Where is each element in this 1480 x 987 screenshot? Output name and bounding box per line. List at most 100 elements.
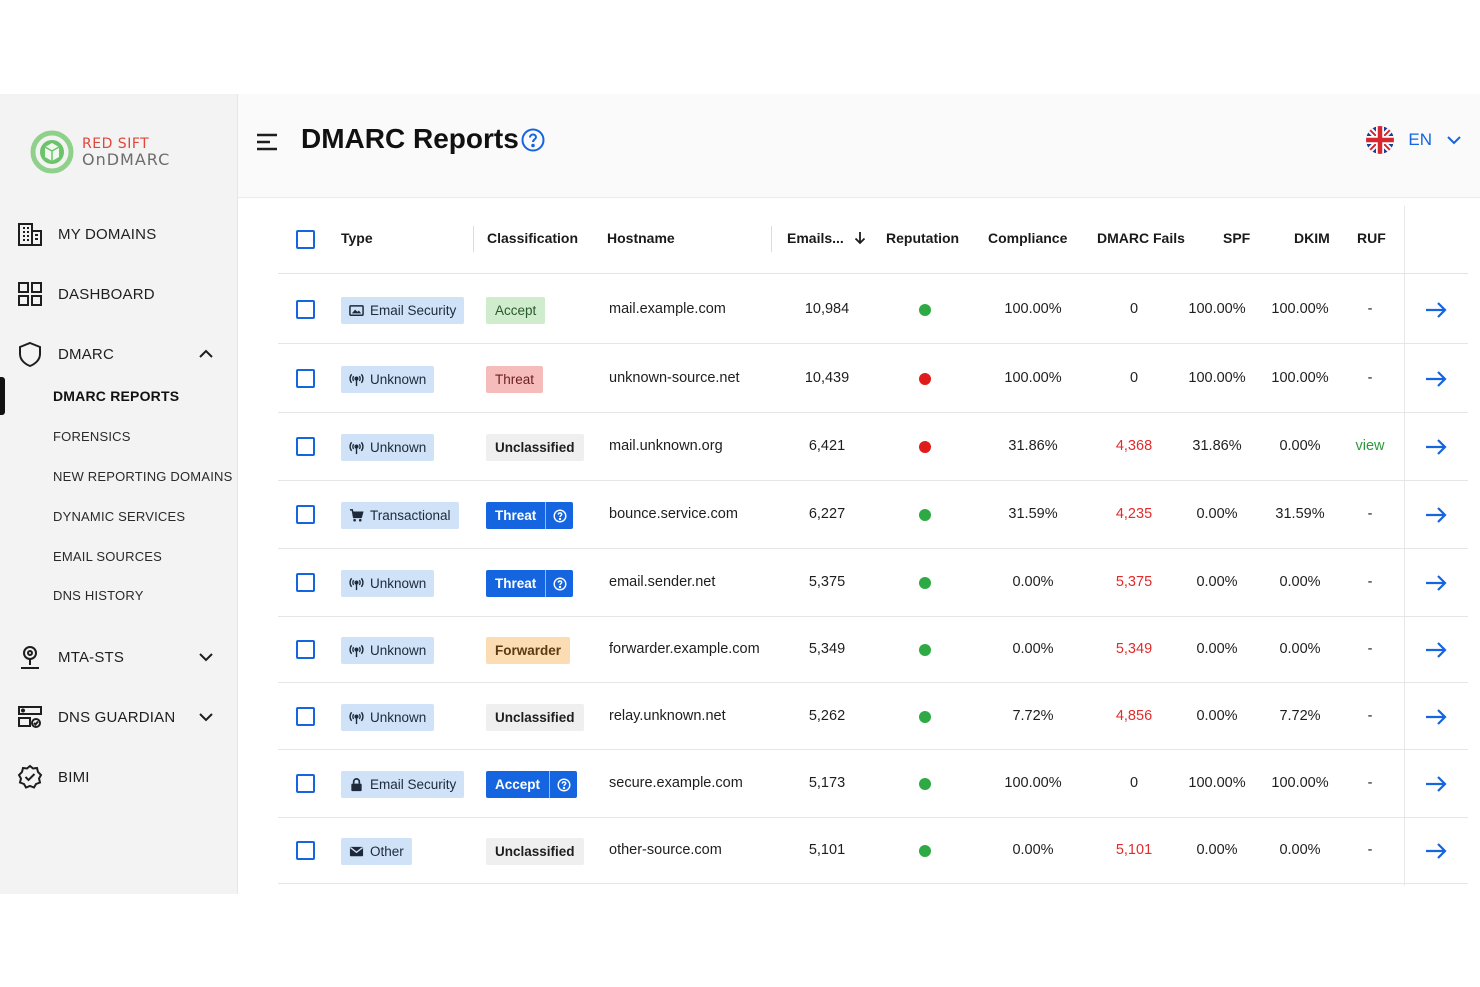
sidebar-item-mta-sts[interactable]: MTA-STS <box>16 639 222 675</box>
col-dkim[interactable]: DKIM <box>1294 230 1330 246</box>
col-reputation[interactable]: Reputation <box>886 230 959 246</box>
dkim: 0.00% <box>1279 574 1321 590</box>
col-compliance[interactable]: Compliance <box>988 230 1067 246</box>
chevron-down-icon <box>1447 136 1461 145</box>
hostname: email.sender.net <box>609 574 716 590</box>
dmarc-fails: 4,856 <box>1115 708 1153 724</box>
sidebar-item-bimi[interactable]: BIMI <box>16 759 222 795</box>
reputation-dot <box>919 373 931 385</box>
brand-logo[interactable]: RED SIFT OnDMARC <box>30 130 170 174</box>
sidebar-item-dns-guardian[interactable]: DNS GUARDIAN <box>16 699 222 735</box>
sidebar-item-label: MY DOMAINS <box>58 225 157 243</box>
select-all-checkbox[interactable] <box>296 230 315 249</box>
ruf: - <box>1367 641 1373 657</box>
type-chip[interactable]: Email Security <box>341 771 465 798</box>
col-dmarc-fails[interactable]: DMARC Fails <box>1097 230 1185 246</box>
row-checkbox[interactable] <box>296 369 315 388</box>
info-icon[interactable] <box>549 771 577 798</box>
chevron-up-icon[interactable] <box>198 346 214 362</box>
sidebar-item-dashboard[interactable]: DASHBOARD <box>16 276 222 312</box>
ruf-view-link[interactable]: view <box>1340 438 1400 454</box>
sidebar-sub-new-reporting-domains[interactable]: NEW REPORTING DOMAINS <box>53 469 232 484</box>
row-checkbox[interactable] <box>296 505 315 524</box>
type-chip[interactable]: Unknown <box>341 570 435 597</box>
classification-badge[interactable]: Unclassified <box>486 434 584 461</box>
sidebar-sub-forensics[interactable]: FORENSICS <box>53 429 131 444</box>
sidebar-sub-dynamic-services[interactable]: DYNAMIC SERVICES <box>53 509 185 524</box>
sidebar-item-label: DMARC <box>58 345 114 363</box>
table-row[interactable]: Unknown Forwarder forwarder.example.com 5,3… <box>278 617 1468 683</box>
classification-badge[interactable]: Unclassified <box>486 838 584 865</box>
classification-badge[interactable]: Accept <box>486 297 546 324</box>
sidebar-item-label: MTA-STS <box>58 648 125 666</box>
dkim: 31.59% <box>1275 506 1325 522</box>
table-row[interactable]: Transactional Threat bounce.service.com 6,2… <box>278 481 1468 549</box>
type-chip[interactable]: Unknown <box>341 366 435 393</box>
ruf: - <box>1367 842 1373 858</box>
classification-badge[interactable]: Forwarder <box>486 637 571 664</box>
ruf: - <box>1367 775 1373 791</box>
classification-badge[interactable]: Threat <box>486 366 544 393</box>
sidebar-sub-email-sources[interactable]: EMAIL SOURCES <box>53 549 162 564</box>
app: RED SIFT OnDMARC MY DOMAINS DASHBOARD DM… <box>0 94 1480 894</box>
row-checkbox[interactable] <box>296 841 315 860</box>
table-row[interactable]: Email Security Accept secure.example.com 5,… <box>278 750 1468 818</box>
arrow-right-icon[interactable] <box>1424 503 1448 527</box>
arrow-right-icon[interactable] <box>1424 705 1448 729</box>
menu-icon[interactable] <box>256 132 278 152</box>
type-chip[interactable]: Unknown <box>341 434 435 461</box>
sidebar-sub-dmarc-reports[interactable]: DMARC REPORTS <box>53 388 179 404</box>
table-row[interactable]: Unknown Unclassified relay.unknown.net 5,26… <box>278 683 1468 750</box>
classification-badge[interactable]: Unclassified <box>486 704 584 731</box>
sidebar-sub-dns-history[interactable]: DNS HISTORY <box>53 588 144 603</box>
col-hostname[interactable]: Hostname <box>607 230 675 246</box>
sidebar-item-dmarc[interactable]: DMARC <box>16 336 222 372</box>
type-chip[interactable]: Email Security <box>341 297 465 324</box>
row-checkbox[interactable] <box>296 640 315 659</box>
table-row[interactable]: Unknown Threat email.sender.net 5,375 0.00% 5… <box>278 549 1468 617</box>
language-selector[interactable]: EN <box>1366 126 1462 154</box>
table-row[interactable]: Unknown Unclassified mail.unknown.org 6,421… <box>278 413 1468 481</box>
row-checkbox[interactable] <box>296 707 315 726</box>
reputation-dot <box>919 644 931 656</box>
arrow-right-icon[interactable] <box>1424 571 1448 595</box>
spf: 0.00% <box>1196 708 1238 724</box>
table-row[interactable]: Unknown Threat unknown-source.net 10,439 100… <box>278 344 1468 413</box>
table-row[interactable]: Other Unclassified other-source.com 5,101 0.… <box>278 818 1468 884</box>
type-chip[interactable]: Transactional <box>341 502 459 529</box>
col-emails[interactable]: Emails... <box>787 230 867 246</box>
row-checkbox[interactable] <box>296 437 315 456</box>
row-checkbox[interactable] <box>296 774 315 793</box>
row-checkbox[interactable] <box>296 573 315 592</box>
arrow-right-icon[interactable] <box>1424 772 1448 796</box>
col-classification[interactable]: Classification <box>487 230 578 246</box>
arrow-right-icon[interactable] <box>1424 638 1448 662</box>
info-icon[interactable] <box>545 570 573 597</box>
arrow-right-icon[interactable] <box>1424 298 1448 322</box>
info-icon[interactable] <box>545 502 573 529</box>
help-icon[interactable] <box>521 128 545 152</box>
chevron-down-icon[interactable] <box>198 649 214 665</box>
type-label: Unknown <box>370 440 427 455</box>
col-ruf[interactable]: RUF <box>1357 230 1386 246</box>
row-checkbox[interactable] <box>296 300 315 319</box>
classification-button[interactable]: Threat <box>486 570 574 597</box>
type-chip[interactable]: Unknown <box>341 637 435 664</box>
emails-count: 10,984 <box>804 301 850 317</box>
emails-count: 6,227 <box>808 506 846 522</box>
arrow-right-icon[interactable] <box>1424 839 1448 863</box>
arrow-right-icon[interactable] <box>1424 367 1448 391</box>
sidebar-item-my-domains[interactable]: MY DOMAINS <box>16 216 222 252</box>
type-chip[interactable]: Unknown <box>341 704 435 731</box>
table-row[interactable]: Email Security Accept mail.example.com 10,9… <box>278 275 1468 344</box>
dmarc-fails: 5,375 <box>1115 574 1153 590</box>
col-spf[interactable]: SPF <box>1223 230 1250 246</box>
classification-button[interactable]: Threat <box>486 502 574 529</box>
classification-button[interactable]: Accept <box>486 771 578 798</box>
col-type[interactable]: Type <box>341 230 373 246</box>
arrow-right-icon[interactable] <box>1424 435 1448 459</box>
ruf: - <box>1367 708 1373 724</box>
type-chip[interactable]: Other <box>341 838 412 865</box>
chevron-down-icon[interactable] <box>198 709 214 725</box>
classification-label: Threat <box>495 576 537 591</box>
